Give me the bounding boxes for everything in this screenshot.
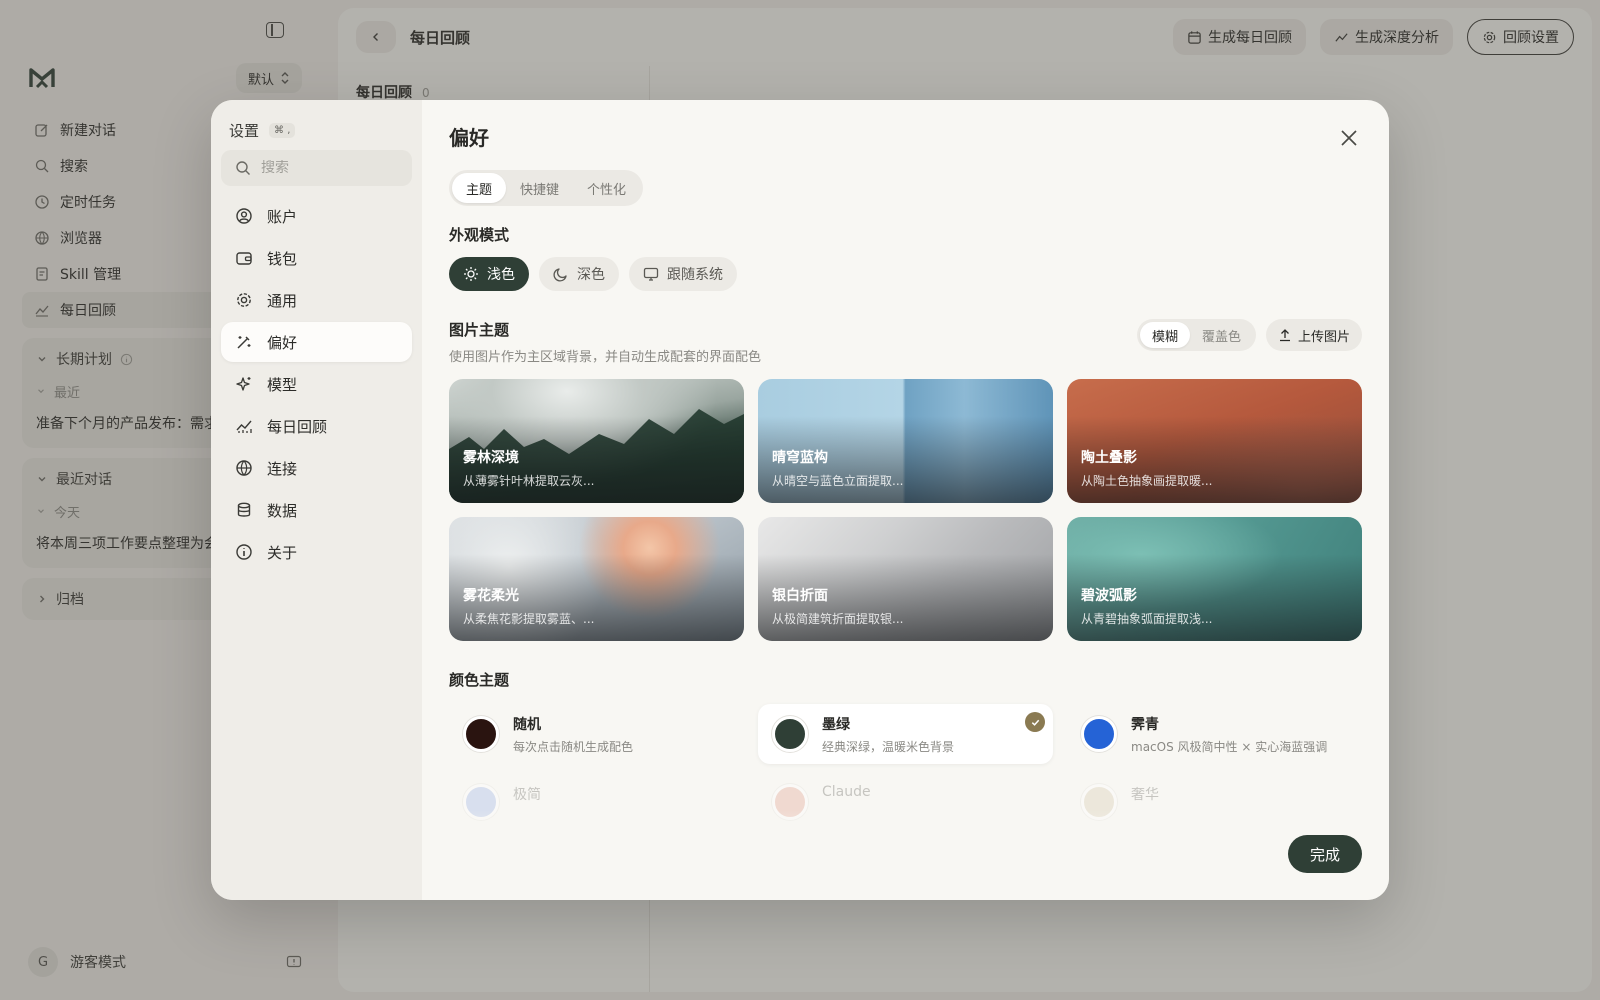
color-theme-card[interactable]: 随机 每次点击随机生成配色 [449, 704, 744, 764]
preference-tabs: 主题 快捷键 个性化 [449, 170, 644, 206]
image-theme-card[interactable]: 碧波弧影 从青碧抽象弧面提取浅... [1067, 517, 1362, 641]
mode-blur-button[interactable]: 模糊 [1139, 322, 1190, 348]
wallet-icon [236, 252, 252, 265]
tab-shortcuts[interactable]: 快捷键 [506, 173, 573, 203]
settings-nav-model[interactable]: 模型 [221, 364, 412, 404]
user-icon [236, 208, 252, 224]
settings-search[interactable] [221, 150, 412, 186]
color-swatch [463, 716, 499, 752]
settings-nav-about[interactable]: 关于 [221, 532, 412, 572]
done-button[interactable]: 完成 [1288, 835, 1362, 873]
color-theme-card-selected[interactable]: 墨绿 经典深绿，温暖米色背景 [758, 704, 1053, 764]
settings-nav-connections[interactable]: 连接 [221, 448, 412, 488]
settings-title: 设置 [229, 121, 260, 140]
image-theme-grid: 雾林深境 从薄雾针叶林提取云灰... 晴穹蓝构 从晴空与蓝色立面提取... 陶土… [449, 379, 1362, 641]
settings-sidebar: 设置 ⌘ , 账户 钱包 通用 偏好 模型 每日回顾 [211, 100, 422, 900]
appearance-label: 外观模式 [449, 226, 510, 244]
settings-nav-account[interactable]: 账户 [221, 196, 412, 236]
database-icon [237, 502, 251, 517]
settings-nav-preferences[interactable]: 偏好 [221, 322, 412, 362]
mode-overlay-button[interactable]: 覆盖色 [1190, 322, 1253, 348]
image-theme-label: 图片主题 [449, 321, 510, 339]
color-swatch [772, 716, 808, 752]
upload-image-button[interactable]: 上传图片 [1265, 319, 1362, 351]
tab-personalization[interactable]: 个性化 [573, 173, 640, 203]
globe-icon [236, 460, 252, 476]
check-icon [1025, 712, 1045, 732]
search-icon [236, 161, 250, 175]
appearance-system-button[interactable]: 跟随系统 [629, 257, 737, 291]
gear-icon [237, 293, 251, 307]
settings-nav-wallet[interactable]: 钱包 [221, 238, 412, 278]
settings-nav-general[interactable]: 通用 [221, 280, 412, 320]
sparkle-icon [236, 377, 251, 391]
color-theme-label: 颜色主题 [449, 671, 510, 689]
color-theme-card[interactable]: 霁青 macOS 风极简中性 × 实心海蓝强调 [1067, 704, 1362, 764]
appearance-light-button[interactable]: 浅色 [449, 257, 529, 291]
image-mode-toggle: 模糊 覆盖色 [1136, 319, 1256, 351]
wand-icon [237, 336, 251, 349]
close-icon[interactable] [1337, 126, 1361, 150]
settings-content: 偏好 主题 快捷键 个性化 外观模式 浅色 深色 跟随系统 图片主题 使用图片作… [422, 100, 1389, 900]
image-theme-card[interactable]: 银白折面 从极简建筑折面提取银... [758, 517, 1053, 641]
moon-icon [553, 268, 567, 282]
tab-theme[interactable]: 主题 [452, 173, 507, 203]
image-theme-card[interactable]: 晴穹蓝构 从晴空与蓝色立面提取... [758, 379, 1053, 503]
image-theme-description: 使用图片作为主区域背景，并自动生成配套的界面配色 [449, 350, 762, 365]
image-theme-card[interactable]: 雾林深境 从薄雾针叶林提取云灰... [449, 379, 744, 503]
settings-search-input[interactable] [261, 160, 381, 176]
appearance-dark-button[interactable]: 深色 [539, 257, 619, 291]
sun-icon [464, 267, 478, 281]
monitor-icon [643, 267, 659, 281]
chart-icon [236, 420, 252, 433]
shortcut-badge: ⌘ , [269, 122, 296, 138]
settings-nav-data[interactable]: 数据 [221, 490, 412, 530]
image-theme-card[interactable]: 陶土叠影 从陶土色抽象画提取暖... [1067, 379, 1362, 503]
appearance-options: 浅色 深色 跟随系统 [449, 257, 1362, 291]
dialog-title: 偏好 [449, 126, 489, 150]
color-theme-grid: 随机 每次点击随机生成配色 墨绿 经典深绿，温暖米色背景 霁青 macOS 风极… [449, 704, 1362, 820]
settings-dialog: 设置 ⌘ , 账户 钱包 通用 偏好 模型 每日回顾 [211, 100, 1389, 900]
color-swatch [1081, 716, 1117, 752]
image-theme-card[interactable]: 雾花柔光 从柔焦花影提取雾蓝、... [449, 517, 744, 641]
upload-icon [1279, 329, 1290, 342]
info-icon [236, 544, 252, 560]
settings-nav-daily-review[interactable]: 每日回顾 [221, 406, 412, 446]
